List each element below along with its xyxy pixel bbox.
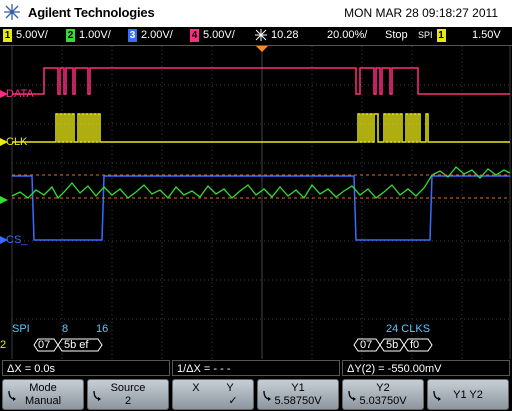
timebase-readout[interactable]: 20.00%/ [327, 29, 367, 43]
data-label: DATA [6, 88, 34, 100]
trigger-source: SPI [418, 30, 433, 40]
ch3-scale[interactable]: 3 2.00V/ [128, 29, 173, 43]
xy-x-label: X [192, 382, 200, 394]
softkey-curve-arrow-icon [263, 390, 271, 401]
xy-y-label: Y [226, 382, 234, 394]
decode-right-byte-1: 07 [360, 339, 373, 351]
trigger-position-marker[interactable] [256, 46, 268, 52]
run-state[interactable]: Stop [385, 29, 408, 43]
ch2-trace [11, 166, 511, 200]
delay-readout[interactable]: 10.28 [254, 29, 299, 43]
delta-x-readout: ΔX = 0.0s [2, 360, 170, 376]
agilent-logo-icon [4, 4, 20, 20]
clk-trace [12, 113, 510, 143]
decode-left-byte-2: 5b ef [64, 339, 89, 351]
y2-softkey[interactable]: Y2 5.03750V [342, 379, 424, 410]
xy-check-icon: ✓ [228, 395, 238, 407]
ch2-scale[interactable]: 2 1.00V/ [66, 29, 111, 43]
clk-label: CLK [6, 136, 28, 148]
ch1-scale[interactable]: 1 5.00V/ [3, 29, 48, 43]
datetime: MON MAR 28 09:18:27 2011 [344, 6, 498, 20]
inverse-delta-x-readout: 1/ΔX = - - - [172, 360, 340, 376]
cs-trace [12, 175, 510, 241]
xy-softkey[interactable]: X Y ✓ [172, 379, 254, 410]
ch4-scale-value: 5.00V/ [203, 29, 235, 41]
ch1-scale-value: 5.00V/ [16, 29, 48, 41]
ch3-scale-value: 2.00V/ [141, 29, 173, 41]
y1y2-softkey[interactable]: Y1 Y2 [427, 379, 509, 410]
decode-left-byte-1: 07 [38, 339, 51, 351]
spi-marker-24clks: 24 CLKS [386, 323, 431, 335]
cs-label: CS_ [6, 234, 28, 246]
ch3-badge: 3 [128, 29, 137, 42]
ch4-scale[interactable]: 4 5.00V/ [190, 29, 235, 43]
decode-channel-num: 2 [0, 339, 7, 351]
spi-marker-16: 16 [96, 323, 109, 335]
softkey-curve-arrow-icon [433, 390, 441, 401]
status-bar: 1 5.00V/ 2 1.00V/ 3 2.00V/ 4 5.00V/ 10.28 20… [0, 27, 512, 46]
oscilloscope-screen: Agilent Technologies MON MAR 28 09:18:27… [0, 0, 512, 411]
delta-y-readout: ΔY(2) = -550.00mV [342, 360, 510, 376]
spi-label: SPI [12, 323, 30, 335]
decode-right-byte-2: 5b [386, 339, 399, 351]
mode-softkey[interactable]: Mode Manual [2, 379, 84, 410]
ch1-badge: 1 [3, 29, 12, 42]
y1-softkey[interactable]: Y1 5.58750V [257, 379, 339, 410]
waveform-display[interactable]: DATA CLK CS_ SPI 8 16 24 CLKS 2 07 5b ef… [0, 46, 512, 359]
measurement-bar: ΔX = 0.0s 1/ΔX = - - - ΔY(2) = -550.00mV [0, 360, 512, 378]
softkey-bar: Mode Manual Source 2 X Y ✓ Y1 5.58750V Y… [0, 378, 512, 411]
y1y2-label: Y1 Y2 [453, 389, 483, 401]
delay-value: 10.28 [271, 29, 299, 41]
data-trace [12, 67, 510, 95]
header-bar: Agilent Technologies MON MAR 28 09:18:27… [0, 0, 512, 27]
spi-marker-8: 8 [62, 323, 69, 335]
waveform-graticule [0, 46, 511, 359]
brand-name: Agilent Technologies [28, 5, 155, 20]
ch2-badge: 2 [66, 29, 75, 42]
softkey-curve-arrow-icon [348, 390, 356, 401]
softkey-curve-arrow-icon [93, 390, 101, 401]
ch2-scale-value: 1.00V/ [79, 29, 111, 41]
trigger-level[interactable]: 1.50V [472, 29, 501, 43]
trigger-ch-badge: 1 [436, 29, 446, 42]
ch4-badge: 4 [190, 29, 199, 42]
delay-icon [255, 29, 267, 41]
ch2-ground-marker[interactable] [0, 196, 8, 204]
source-softkey[interactable]: Source 2 [87, 379, 169, 410]
softkey-curve-arrow-icon [8, 390, 16, 401]
trigger-readout[interactable]: SPI 1 [418, 29, 450, 43]
decode-right-byte-3: f0 [410, 339, 420, 351]
